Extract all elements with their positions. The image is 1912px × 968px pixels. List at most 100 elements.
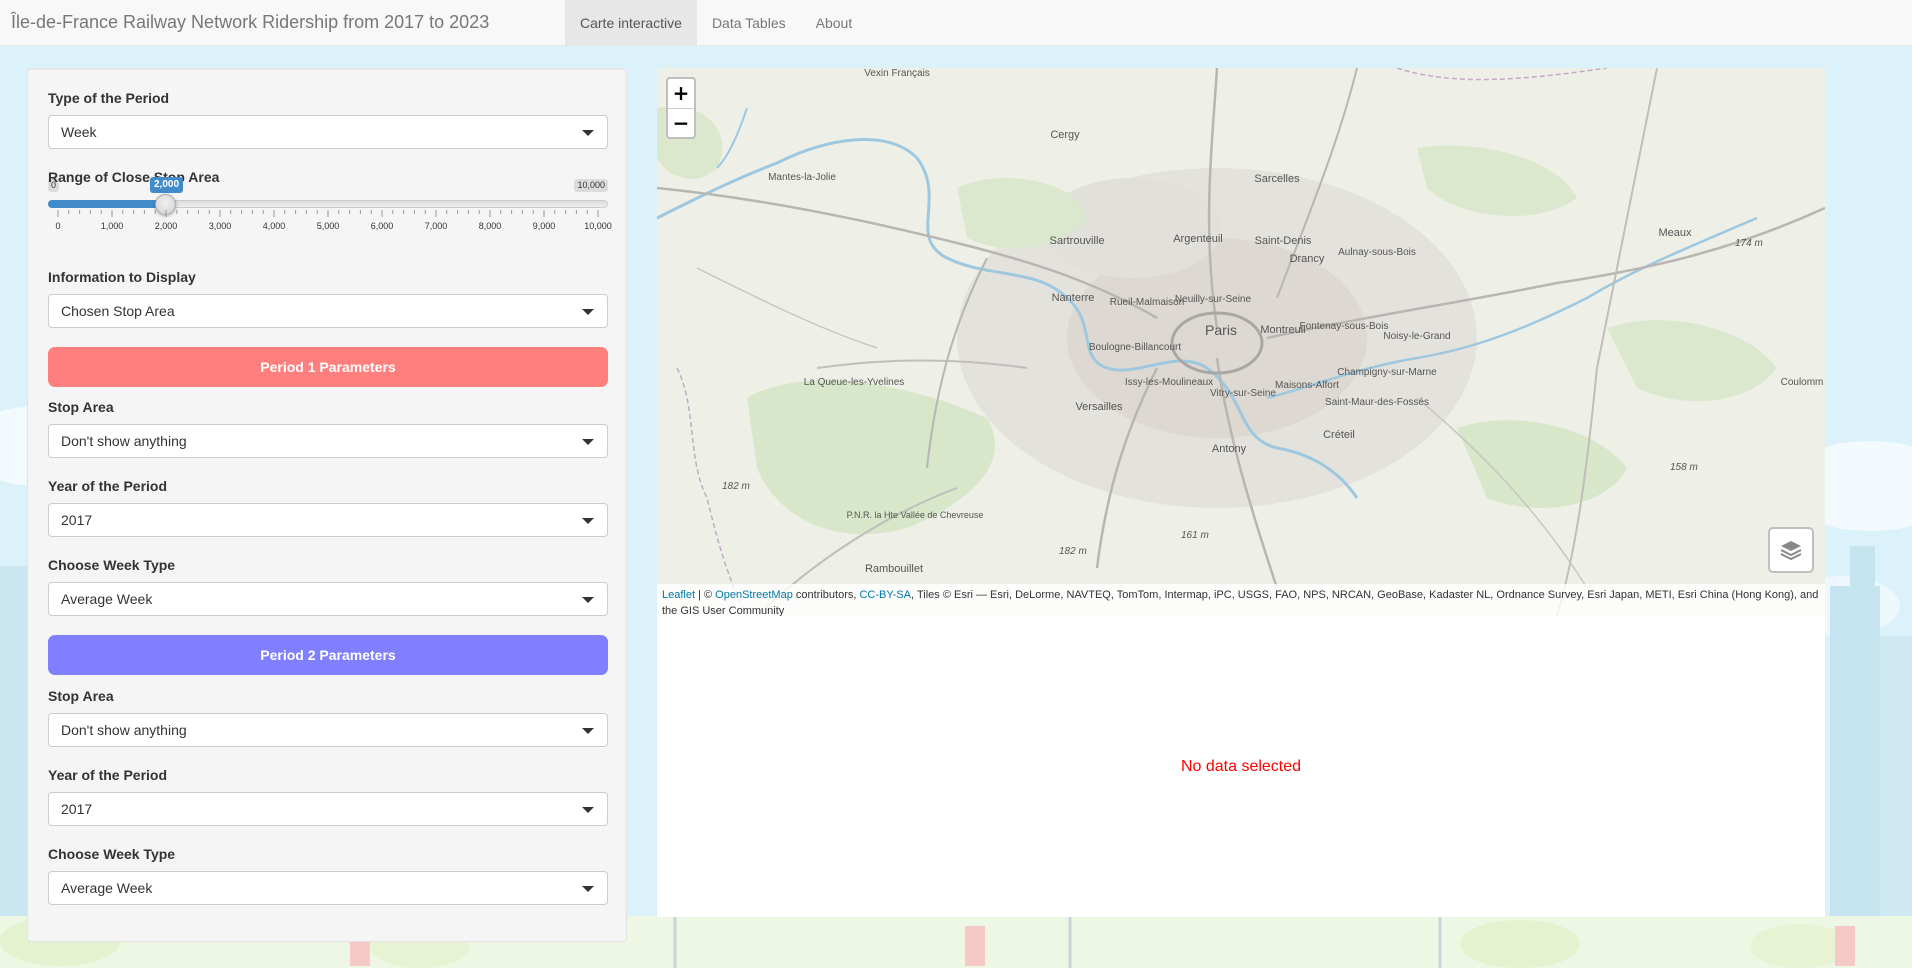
layers-icon bbox=[1780, 541, 1802, 561]
map-label-champigny: Champigny-sur-Marne bbox=[1337, 367, 1437, 378]
layers-button[interactable] bbox=[1768, 527, 1814, 573]
map-label-drancy: Drancy bbox=[1290, 253, 1325, 265]
info-display-value: Chosen Stop Area bbox=[61, 303, 175, 319]
no-data-message: No data selected bbox=[1180, 757, 1302, 775]
map-label-mantes: Mantes-la-Jolie bbox=[768, 172, 836, 183]
p1-stop-area-label: Stop Area bbox=[48, 399, 114, 415]
map-label-la-queue: La Queue-les-Yvelines bbox=[804, 377, 905, 388]
map-elevation-5: 158 m bbox=[1670, 462, 1698, 473]
period-1-parameters-button[interactable]: Period 1 Parameters bbox=[48, 347, 608, 387]
zoom-out-button[interactable]: − bbox=[668, 109, 694, 138]
map-label-issy: Issy-les-Moulineaux bbox=[1125, 377, 1213, 388]
slider-tick-label: 0 bbox=[55, 221, 60, 231]
map-label-rueil: Rueil-Malmaison bbox=[1110, 297, 1184, 308]
app-title: Île-de-France Railway Network Ridership … bbox=[11, 12, 490, 32]
map-label-saint-maur: Saint-Maur-des-Fossés bbox=[1325, 397, 1429, 408]
sidebar-panel: Type of the Period Week Range of Close S… bbox=[27, 68, 627, 942]
p1-stop-area-value: Don't show anything bbox=[61, 433, 187, 449]
period-type-field: Type of the Period Week bbox=[48, 89, 608, 149]
map-elevation-2: 182 m bbox=[722, 481, 750, 492]
attribution-sep: | © bbox=[695, 589, 716, 601]
map-elevation-3: 182 m bbox=[1059, 546, 1087, 557]
slider-tick-label: 8,000 bbox=[479, 221, 502, 231]
slider-max-label: 10,000 bbox=[574, 179, 608, 192]
p2-week-type-label: Choose Week Type bbox=[48, 846, 176, 862]
map-label-maisons: Maisons-Alfort bbox=[1275, 380, 1339, 391]
slider-fill bbox=[48, 200, 166, 208]
period-type-value: Week bbox=[61, 124, 97, 140]
tab-data-tables[interactable]: Data Tables bbox=[697, 0, 801, 45]
map-tiles[interactable]: Vexin Français Cergy Mantes-la-Jolie Sar… bbox=[657, 68, 1825, 616]
slider-min-label: 0 bbox=[48, 179, 60, 192]
map-label-paris: Paris bbox=[1205, 322, 1237, 338]
range-slider[interactable]: 0 10,000 2,000 0 1,000 2,000 3,000 4,000 5,00… bbox=[48, 170, 612, 250]
map-label-cergy: Cergy bbox=[1050, 129, 1080, 141]
p1-year-select[interactable]: 2017 bbox=[48, 503, 608, 537]
p2-year-value: 2017 bbox=[61, 801, 93, 817]
map-elevation-1: 174 m bbox=[1735, 238, 1763, 249]
navbar: Île-de-France Railway Network Ridership … bbox=[0, 0, 1912, 46]
leaflet-link[interactable]: Leaflet bbox=[662, 589, 695, 601]
map-label-versailles: Versailles bbox=[1075, 401, 1123, 413]
p2-stop-area-field: Stop Area Don't show anything bbox=[48, 687, 608, 747]
chevron-down-icon bbox=[582, 439, 594, 445]
map-label-aulnay: Aulnay-sous-Bois bbox=[1338, 247, 1416, 258]
chevron-down-icon bbox=[582, 597, 594, 603]
cc-by-sa-link[interactable]: CC-BY-SA bbox=[859, 589, 911, 601]
tab-carte-interactive[interactable]: Carte interactive bbox=[565, 0, 697, 45]
slider-tick-label: 1,000 bbox=[101, 221, 124, 231]
info-display-select[interactable]: Chosen Stop Area bbox=[48, 294, 608, 328]
chevron-down-icon bbox=[582, 518, 594, 524]
map-label-antony: Antony bbox=[1212, 443, 1247, 455]
slider-tick-label: 9,000 bbox=[533, 221, 556, 231]
slider-tick-label: 2,000 bbox=[155, 221, 178, 231]
map-label-sartrouville: Sartrouville bbox=[1049, 235, 1104, 247]
slider-tick-label: 6,000 bbox=[371, 221, 394, 231]
chevron-down-icon bbox=[582, 309, 594, 315]
slider-value-label: 2,000 bbox=[150, 177, 184, 193]
p2-week-type-field: Choose Week Type Average Week bbox=[48, 845, 608, 905]
slider-tick-label: 3,000 bbox=[209, 221, 232, 231]
p2-stop-area-label: Stop Area bbox=[48, 688, 114, 704]
p1-year-label: Year of the Period bbox=[48, 478, 168, 494]
map-label-meaux: Meaux bbox=[1658, 227, 1692, 239]
p2-year-select[interactable]: 2017 bbox=[48, 792, 608, 826]
map-label-rambouillet: Rambouillet bbox=[865, 563, 923, 575]
zoom-in-button[interactable]: + bbox=[668, 79, 694, 109]
p1-stop-area-select[interactable]: Don't show anything bbox=[48, 424, 608, 458]
map-label-neuilly: Neuilly-sur-Seine bbox=[1175, 294, 1252, 305]
p1-week-type-field: Choose Week Type Average Week bbox=[48, 556, 608, 616]
p2-week-type-select[interactable]: Average Week bbox=[48, 871, 608, 905]
period-type-select[interactable]: Week bbox=[48, 115, 608, 149]
p2-year-field: Year of the Period 2017 bbox=[48, 766, 608, 826]
slider-tick-label: 4,000 bbox=[263, 221, 286, 231]
period-type-label: Type of the Period bbox=[48, 90, 170, 106]
p1-week-type-select[interactable]: Average Week bbox=[48, 582, 608, 616]
map-label-fontenay: Fontenay-sous-Bois bbox=[1300, 321, 1389, 332]
info-display-field: Information to Display Chosen Stop Area bbox=[48, 268, 608, 328]
p2-stop-area-value: Don't show anything bbox=[61, 722, 187, 738]
map-label-coulommiers: Coulomm bbox=[1781, 377, 1824, 388]
plot-output-area: No data selected bbox=[657, 616, 1825, 917]
map-label-sarcelles: Sarcelles bbox=[1254, 173, 1300, 185]
slider-tick-label: 5,000 bbox=[317, 221, 340, 231]
p1-year-field: Year of the Period 2017 bbox=[48, 477, 608, 537]
openstreetmap-link[interactable]: OpenStreetMap bbox=[715, 589, 793, 601]
map-elevation-4: 161 m bbox=[1181, 530, 1209, 541]
map-label-vitry: Vitry-sur-Seine bbox=[1210, 388, 1276, 399]
map-label-nanterre: Nanterre bbox=[1052, 292, 1095, 304]
p1-week-type-label: Choose Week Type bbox=[48, 557, 176, 573]
chevron-down-icon bbox=[582, 807, 594, 813]
p2-week-type-value: Average Week bbox=[61, 880, 153, 896]
p2-stop-area-select[interactable]: Don't show anything bbox=[48, 713, 608, 747]
period-2-parameters-button[interactable]: Period 2 Parameters bbox=[48, 635, 608, 675]
map-view[interactable]: Vexin Français Cergy Mantes-la-Jolie Sar… bbox=[657, 68, 1825, 616]
slider-tick-label: 7,000 bbox=[425, 221, 448, 231]
map-label-argenteuil: Argenteuil bbox=[1173, 233, 1223, 245]
tab-about[interactable]: About bbox=[801, 0, 868, 45]
zoom-control: + − bbox=[666, 77, 696, 139]
info-display-label: Information to Display bbox=[48, 269, 196, 285]
map-label-saint-denis: Saint-Denis bbox=[1255, 235, 1312, 247]
map-label-noisy: Noisy-le-Grand bbox=[1383, 331, 1450, 342]
p2-year-label: Year of the Period bbox=[48, 767, 168, 783]
